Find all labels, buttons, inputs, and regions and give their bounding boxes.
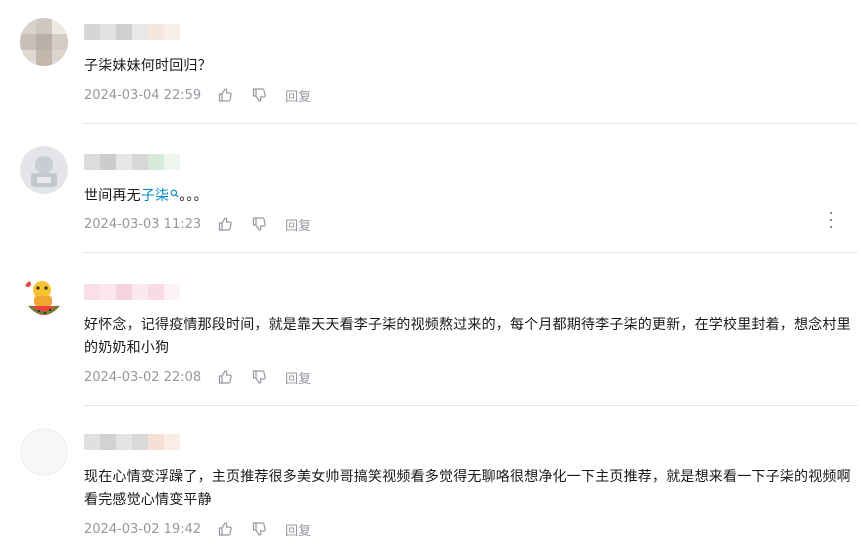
username-blurred[interactable] <box>84 154 180 170</box>
reply-button[interactable]: 回复 <box>285 520 311 539</box>
avatar[interactable] <box>20 276 68 324</box>
comment-meta: 2024-03-04 22:59 回复 <box>84 86 329 105</box>
keyword-label: 子柒 <box>140 188 170 204</box>
dislike-button[interactable] <box>251 369 267 385</box>
comment-date: 2024-03-04 22:59 <box>84 87 202 103</box>
reply-button[interactable]: 回复 <box>285 368 311 387</box>
thumbs-up-icon <box>219 88 232 102</box>
username-blurred[interactable] <box>84 284 180 300</box>
comment-meta: 2024-03-02 22:08 回复 <box>84 368 329 387</box>
search-keyword-link[interactable]: 子柒 <box>141 188 179 204</box>
username-blurred[interactable] <box>84 434 180 450</box>
avatar[interactable] <box>20 146 68 194</box>
like-button[interactable] <box>217 369 233 385</box>
avatar[interactable] <box>20 428 68 476</box>
comment-text-before: 世间再无 <box>84 188 141 204</box>
thumbs-down-icon <box>253 522 266 536</box>
comment-text: 子柒妹妹何时回归？ <box>84 58 212 74</box>
reply-button[interactable]: 回复 <box>285 86 311 105</box>
divider <box>84 405 858 406</box>
thumbs-up-icon <box>219 522 232 536</box>
divider <box>84 252 858 253</box>
thumbs-down-icon <box>253 217 266 231</box>
comment-date: 2024-03-03 11:23 <box>84 216 202 232</box>
dislike-button[interactable] <box>251 87 267 103</box>
comment-text: 世间再无子柒。。。 <box>84 185 854 208</box>
like-button[interactable] <box>217 87 233 103</box>
dislike-button[interactable] <box>251 216 267 232</box>
divider <box>84 123 858 124</box>
comment-meta: 2024-03-03 11:23 回复 <box>84 215 329 234</box>
comment-text-after: 。。。 <box>179 188 208 204</box>
comment-text: 现在心情变浮躁了，主页推荐很多美女帅哥搞笑视频看多觉得无聊咯很想净化一下主页推荐… <box>84 469 851 508</box>
dislike-button[interactable] <box>251 521 267 537</box>
comment-text: 好怀念，记得疫情那段时间，就是靠天天看李子柒的视频熬过来的，每个月都期待李子柒的… <box>84 317 851 356</box>
thumbs-down-icon <box>253 370 266 384</box>
comment-date: 2024-03-02 22:08 <box>84 369 202 385</box>
like-button[interactable] <box>217 521 233 537</box>
reply-button[interactable]: 回复 <box>285 215 311 234</box>
thumbs-up-icon <box>219 217 232 231</box>
comment-meta: 2024-03-02 19:42 回复 <box>84 520 329 539</box>
avatar[interactable] <box>20 18 68 66</box>
like-button[interactable] <box>217 216 233 232</box>
more-options-icon[interactable] <box>828 212 834 228</box>
thumbs-down-icon <box>253 88 266 102</box>
search-icon <box>170 189 179 198</box>
thumbs-up-icon <box>219 370 232 384</box>
username-blurred[interactable] <box>84 24 180 40</box>
comment-date: 2024-03-02 19:42 <box>84 521 202 537</box>
